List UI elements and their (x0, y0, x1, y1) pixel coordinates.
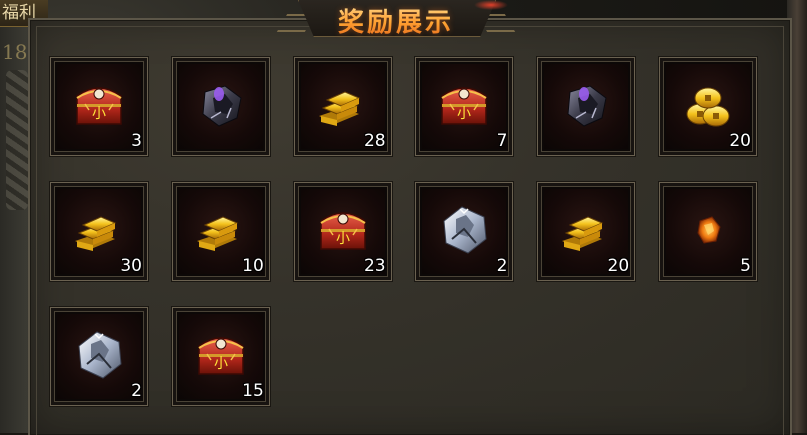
svg-text:小: 小 (336, 231, 350, 247)
reward-slot[interactable]: 28 (293, 57, 392, 156)
item-count: 7 (496, 131, 508, 151)
panel-title: 奖励展示 (288, 2, 504, 39)
chain-decoration (6, 70, 28, 210)
reward-slot[interactable] (171, 57, 270, 156)
reward-slot[interactable]: 2 (50, 307, 148, 406)
reward-slot[interactable]: 小 23 (293, 182, 392, 281)
item-count: 10 (242, 256, 264, 276)
reward-slot[interactable]: 10 (171, 182, 270, 281)
svg-text:小: 小 (214, 356, 228, 372)
item-count: 2 (496, 256, 508, 276)
reward-slot[interactable]: 小 7 (415, 57, 514, 156)
item-count: 23 (363, 256, 386, 276)
reward-grid: 小 3 28 小 7 20 30 10 小 23 2 20 5 2 小 15 (50, 57, 757, 406)
item-count: 5 (740, 256, 751, 276)
item-count: 20 (607, 256, 630, 276)
reward-slot[interactable]: 2 (415, 182, 514, 281)
item-count: 28 (363, 131, 386, 151)
svg-text:小: 小 (457, 106, 471, 122)
reward-slot[interactable]: 20 (658, 57, 757, 156)
reward-slot[interactable]: 20 (537, 182, 636, 281)
item-count: 15 (242, 381, 264, 401)
reward-slot[interactable]: 5 (658, 182, 757, 281)
reward-slot[interactable] (537, 57, 636, 156)
reward-slot[interactable]: 30 (50, 182, 148, 281)
item-count: 20 (729, 131, 751, 151)
svg-text:小: 小 (92, 106, 106, 122)
item-count: 3 (131, 131, 142, 151)
item-count: 30 (120, 256, 142, 276)
reward-slot[interactable]: 小 15 (171, 307, 270, 406)
reward-slot[interactable]: 小 3 (50, 57, 148, 156)
item-count: 2 (131, 381, 142, 401)
title-plaque: 奖励展示 (276, 0, 516, 40)
